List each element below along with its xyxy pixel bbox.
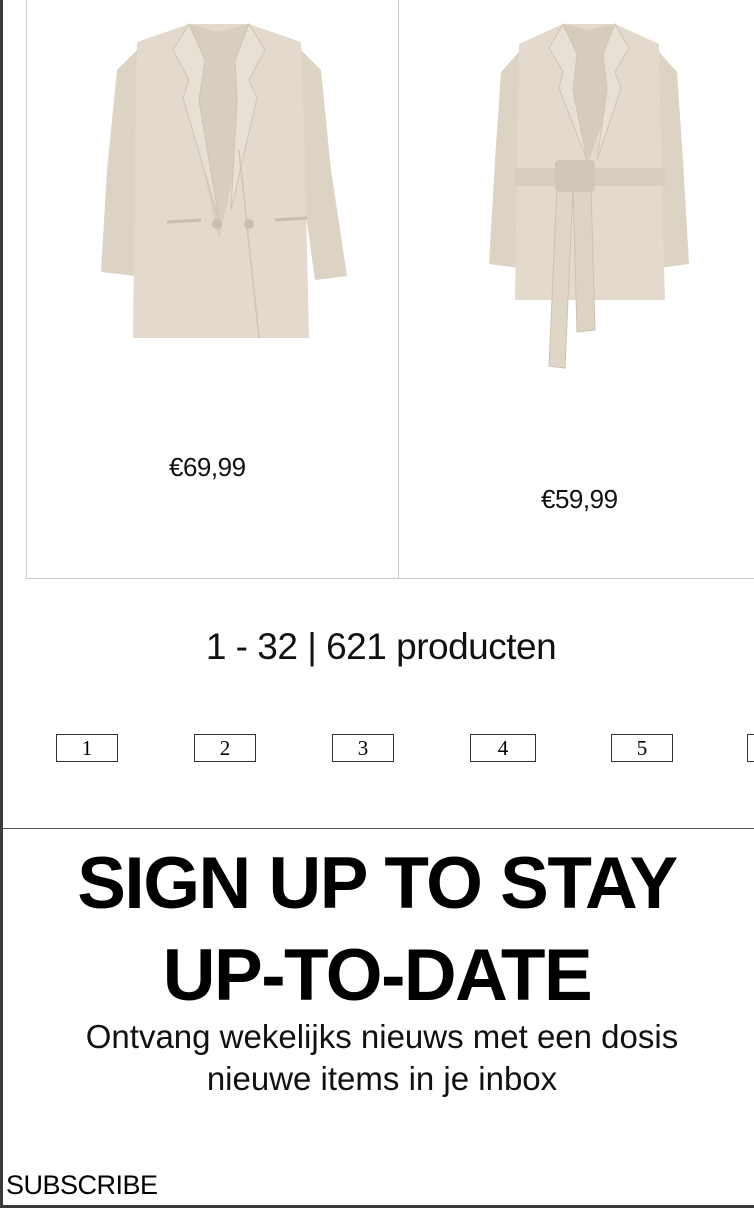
newsletter-subtext-line: nieuwe items in je inbox (206, 1060, 558, 1097)
product-card[interactable]: €69,99 (27, 0, 399, 578)
product-grid: €69,99 €59,99 (26, 0, 754, 579)
results-count: 1 - 32 | 621 producten (205, 626, 557, 667)
double-breasted-blazer-image (101, 22, 347, 339)
product-price: €69,99 (169, 452, 246, 482)
newsletter-headline-line: SIGN UP TO STAY (77, 843, 678, 924)
newsletter-subtext: Ontvang wekelijks nieuws met een dosis n… (0, 1016, 754, 1100)
section-divider (3, 828, 754, 829)
page-button-3[interactable]: 3 (332, 734, 394, 762)
page-button-1[interactable]: 1 (56, 734, 118, 762)
page-button-2[interactable]: 2 (194, 734, 256, 762)
belted-wrap-blazer-image (489, 22, 689, 369)
page-button-next-partial[interactable] (747, 734, 754, 762)
newsletter-subtext-line: Ontvang wekelijks nieuws met een dosis (85, 1018, 679, 1055)
page-button-4[interactable]: 4 (470, 734, 536, 762)
product-card[interactable]: €59,99 (399, 0, 754, 578)
newsletter-headline: SIGN UP TO STAY UP-TO-DATE (0, 838, 754, 1022)
product-price: €59,99 (541, 484, 618, 514)
subscribe-button[interactable]: SUBSCRIBE (6, 1170, 158, 1201)
page-button-5[interactable]: 5 (611, 734, 673, 762)
newsletter-headline-line: UP-TO-DATE (162, 935, 593, 1016)
